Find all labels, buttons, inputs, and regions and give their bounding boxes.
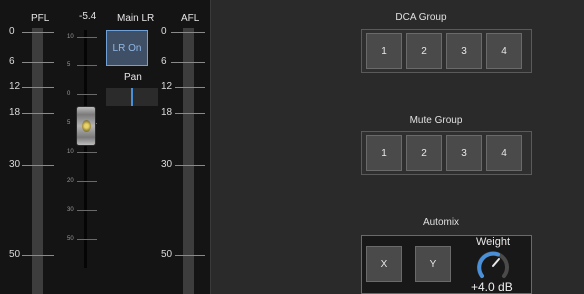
pfl-tick bbox=[22, 165, 54, 166]
pfl-scale-30: 30 bbox=[9, 159, 21, 170]
pfl-scale-0: 0 bbox=[9, 26, 15, 37]
pfl-tick bbox=[22, 113, 54, 114]
afl-scale-18: 18 bbox=[161, 107, 173, 118]
fader-tick bbox=[77, 65, 97, 66]
pan-control[interactable] bbox=[106, 88, 158, 106]
pfl-tick bbox=[22, 87, 54, 88]
weight-value: +4.0 dB bbox=[471, 280, 513, 294]
mute-group-box: 1 2 3 4 bbox=[361, 131, 532, 175]
mute-group-title: Mute Group bbox=[409, 115, 463, 126]
pfl-scale-18: 18 bbox=[9, 107, 21, 118]
pfl-tick bbox=[22, 32, 54, 33]
mute-button-4[interactable]: 4 bbox=[486, 135, 522, 171]
mute-button-1[interactable]: 1 bbox=[366, 135, 402, 171]
pfl-tick bbox=[22, 62, 54, 63]
dca-button-3[interactable]: 3 bbox=[446, 33, 482, 69]
mute-button-3[interactable]: 3 bbox=[446, 135, 482, 171]
automix-title: Automix bbox=[422, 217, 460, 228]
afl-label: AFL bbox=[181, 13, 200, 24]
afl-tick bbox=[175, 165, 205, 166]
fader-tick bbox=[77, 181, 97, 182]
pfl-scale-50: 50 bbox=[9, 249, 21, 260]
afl-scale-50: 50 bbox=[161, 249, 173, 260]
afl-tick bbox=[171, 62, 205, 63]
dca-button-1[interactable]: 1 bbox=[366, 33, 402, 69]
dca-button-4[interactable]: 4 bbox=[486, 33, 522, 69]
dca-group-box: 1 2 3 4 bbox=[361, 29, 532, 73]
pan-indicator bbox=[131, 88, 133, 106]
dca-group-title: DCA Group bbox=[395, 12, 447, 23]
pfl-scale-12: 12 bbox=[9, 81, 21, 92]
fader-scale-m20: 20 bbox=[67, 178, 74, 184]
pfl-label: PFL bbox=[31, 13, 50, 24]
automix-box: X Y Weight +4.0 dB bbox=[361, 235, 532, 294]
fader-tick bbox=[77, 152, 97, 153]
main-lr-label: Main LR bbox=[117, 13, 155, 24]
afl-scale-30: 30 bbox=[161, 159, 173, 170]
afl-tick bbox=[175, 113, 205, 114]
fader-knob[interactable] bbox=[76, 106, 96, 146]
fader-tick bbox=[77, 37, 97, 38]
fader-scale-m30: 30 bbox=[67, 207, 74, 213]
groups-panel: DCA Group 1 2 3 4 Mute Group 1 2 3 4 Aut… bbox=[211, 0, 584, 294]
automix-y-button[interactable]: Y bbox=[415, 246, 451, 282]
fader-tick bbox=[77, 210, 97, 211]
fader-scale-m5: 5 bbox=[67, 120, 71, 126]
automix-x-button[interactable]: X bbox=[366, 246, 402, 282]
weight-knob-icon[interactable] bbox=[473, 247, 513, 281]
mute-button-2[interactable]: 2 bbox=[406, 135, 442, 171]
fader-scale-10: 10 bbox=[67, 34, 74, 40]
afl-tick bbox=[175, 255, 205, 256]
pfl-scale-6: 6 bbox=[9, 56, 15, 67]
pan-label: Pan bbox=[124, 72, 142, 83]
afl-scale-0: 0 bbox=[161, 26, 167, 37]
lr-on-button[interactable]: LR On bbox=[106, 30, 148, 66]
fader-scale-m10: 10 bbox=[67, 149, 74, 155]
afl-tick bbox=[171, 32, 205, 33]
channel-strip: PFL -5.4 Main LR AFL 0 6 12 18 30 50 0 6… bbox=[0, 0, 211, 294]
fader-scale-0: 0 bbox=[67, 91, 71, 97]
fader-knob-icon bbox=[82, 120, 91, 132]
afl-tick bbox=[175, 87, 205, 88]
fader-scale-m50: 50 bbox=[67, 236, 74, 242]
afl-scale-6: 6 bbox=[161, 56, 167, 67]
pfl-tick bbox=[22, 255, 54, 256]
fader-scale-5: 5 bbox=[67, 62, 71, 68]
dca-button-2[interactable]: 2 bbox=[406, 33, 442, 69]
fader-level-readout: -5.4 bbox=[79, 11, 97, 22]
fader-tick bbox=[77, 94, 97, 95]
fader-tick bbox=[77, 239, 97, 240]
afl-scale-12: 12 bbox=[161, 81, 173, 92]
